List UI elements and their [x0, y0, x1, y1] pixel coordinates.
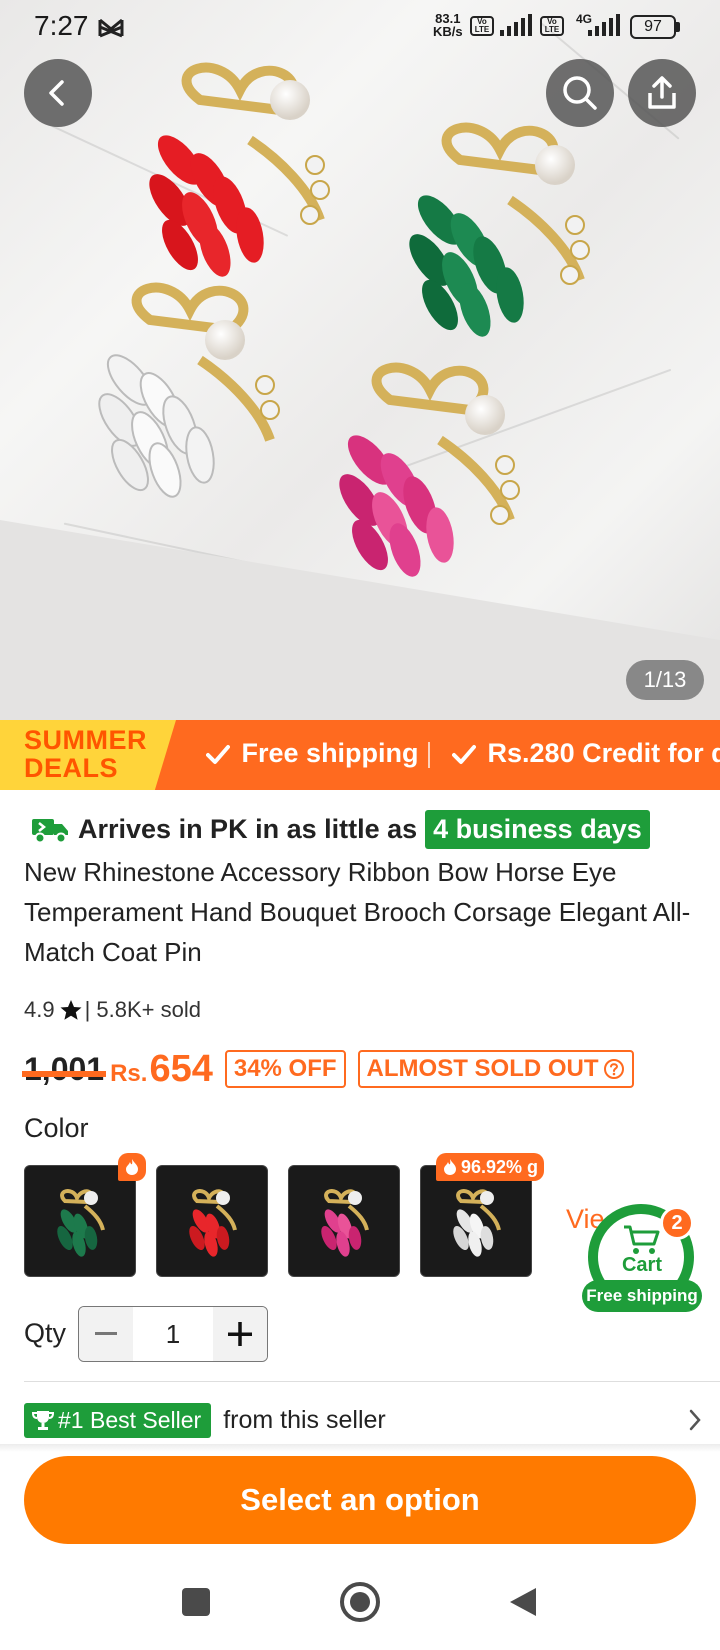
section-divider: [24, 1381, 720, 1382]
color-swatch-pink[interactable]: [288, 1165, 400, 1277]
delivery-truck-icon: [32, 819, 68, 844]
qty-label: Qty: [24, 1318, 67, 1348]
promo-item-credit-label: Rs.280 Credit for d: [487, 738, 720, 768]
check-icon: [206, 744, 230, 764]
original-price: 1,001: [22, 1050, 107, 1088]
popularity-badge: 96.92% g: [436, 1153, 544, 1181]
current-price: 654: [149, 1047, 213, 1090]
volte-icon: Vo LTE: [470, 16, 494, 36]
popularity-badge-text: 96.92% g: [461, 1156, 539, 1177]
color-swatch-green[interactable]: [24, 1165, 136, 1277]
status-time: 7:27: [34, 10, 89, 41]
price-row: 1,001 Rs. 654 34% OFF ALMOST SOLD OUT: [22, 1044, 634, 1094]
volte-icon-2: Vo LTE: [540, 16, 564, 36]
product-photo: [0, 62, 720, 720]
cart-label: Cart: [621, 1254, 662, 1276]
message-icon: [98, 14, 124, 46]
network-speed: 83.1 KB/s: [433, 12, 463, 38]
signal-icon-2: [588, 14, 620, 36]
brooch-thumbnail-pink: [321, 1189, 369, 1257]
home-button-dot: [350, 1592, 370, 1612]
quantity-stepper: 1: [78, 1306, 268, 1362]
almost-sold-out-label: ALMOST SOLD OUT: [366, 1055, 599, 1082]
arrival-badge: 4 business days: [425, 809, 650, 849]
battery-tip: [676, 22, 680, 32]
almost-sold-out-tag[interactable]: ALMOST SOLD OUT: [357, 1050, 634, 1088]
best-seller-text: from this seller: [223, 1405, 386, 1434]
rating-row[interactable]: 4.9 | 5.8K+ sold: [24, 997, 201, 1023]
back-nav-button[interactable]: [508, 1586, 538, 1618]
rating-value: 4.9: [24, 997, 55, 1022]
floating-cart-button[interactable]: Cart 2 Free shipping: [580, 1200, 720, 1320]
select-option-button[interactable]: Select an option: [24, 1456, 696, 1544]
promo-banner[interactable]: SUMMER DEALS Free shipping Rs.280 Credit…: [0, 720, 720, 790]
color-swatch-white[interactable]: [420, 1165, 532, 1277]
promo-title-line1: SUMMER: [24, 725, 147, 755]
brooch-thumbnail-red: [189, 1189, 237, 1257]
promo-divider: [428, 742, 430, 768]
chevron-right-icon: [689, 1409, 701, 1431]
qty-increase-button[interactable]: [213, 1307, 267, 1361]
check-icon: [452, 744, 476, 764]
price-currency: Rs.: [110, 1060, 148, 1087]
original-price-value: 1,001: [24, 1050, 105, 1087]
hot-badge: [118, 1153, 146, 1181]
promo-title-line2: DEALS: [24, 753, 119, 783]
recents-button[interactable]: [182, 1588, 210, 1616]
status-bar: 7:27 83.1 KB/s Vo LTE Vo LTE 4G 97: [0, 0, 720, 56]
qty-decrease-button[interactable]: [79, 1307, 133, 1361]
plus-icon: [228, 1322, 252, 1346]
sold-count: | 5.8K+ sold: [84, 997, 201, 1022]
qty-value[interactable]: 1: [133, 1307, 213, 1361]
promo-item-credit: Rs.280 Credit for d: [452, 738, 720, 769]
price-strikethrough: [22, 1070, 107, 1077]
trophy-icon: [32, 1411, 54, 1430]
minus-icon: [95, 1332, 117, 1335]
back-button[interactable]: [24, 59, 92, 127]
fire-icon: [444, 1159, 456, 1175]
promo-item-free-shipping: Free shipping: [206, 738, 419, 769]
search-button[interactable]: [546, 59, 614, 127]
battery-icon: 97: [630, 15, 676, 39]
best-seller-badge: #1 Best Seller: [24, 1402, 212, 1438]
color-label: Color: [24, 1113, 89, 1143]
search-icon: [563, 76, 597, 110]
home-button[interactable]: [340, 1582, 380, 1622]
network-speed-unit: KB/s: [433, 24, 463, 39]
best-seller-badge-label: #1 Best Seller: [58, 1406, 202, 1433]
product-title: New Rhinestone Accessory Ribbon Bow Hors…: [24, 857, 691, 967]
cart-count-badge: 2: [660, 1206, 694, 1240]
promo-item-free-shipping-label: Free shipping: [241, 738, 419, 768]
fire-icon: [126, 1159, 138, 1175]
share-icon: [648, 76, 676, 109]
image-page-indicator: 1/13: [626, 660, 704, 700]
bottom-bar-shadow: [0, 1444, 720, 1452]
system-nav-bar: [0, 1560, 720, 1650]
cart-icon: [624, 1225, 660, 1254]
brooch-thumbnail-green: [57, 1189, 105, 1257]
arrival-info: Arrives in PK in as little as 4 business…: [30, 808, 650, 850]
chevron-left-icon: [49, 80, 64, 106]
cart-free-shipping: Free shipping: [582, 1280, 702, 1312]
product-image-gallery[interactable]: 7:27 83.1 KB/s Vo LTE Vo LTE 4G 97 1/13: [0, 0, 720, 720]
brooch-thumbnail-white: [453, 1189, 501, 1257]
discount-tag: 34% OFF: [224, 1050, 346, 1088]
color-swatch-red[interactable]: [156, 1165, 268, 1277]
star-icon: [60, 1000, 82, 1020]
share-button[interactable]: [628, 59, 696, 127]
promo-title: SUMMER DEALS: [24, 726, 154, 782]
arrival-text: Arrives in PK in as little as: [78, 813, 418, 844]
signal-icon: [500, 14, 532, 36]
help-icon: [603, 1059, 624, 1079]
best-seller-row[interactable]: #1 Best Seller from this seller: [24, 1400, 704, 1440]
